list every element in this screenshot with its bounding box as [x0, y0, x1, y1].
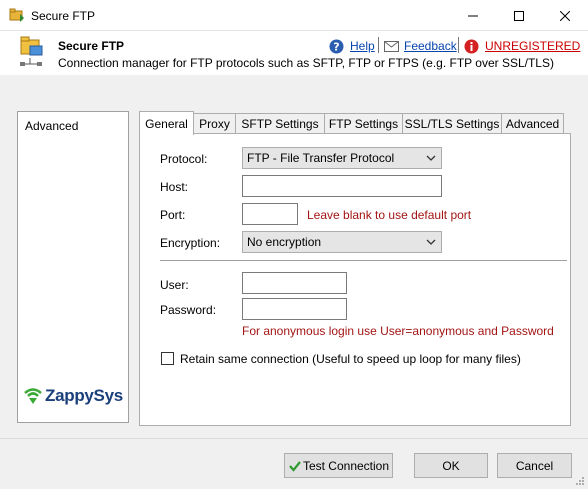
info-icon: [464, 39, 479, 53]
window-title: Secure FTP: [31, 9, 96, 23]
protocol-label: Protocol:: [160, 152, 208, 166]
password-input[interactable]: [242, 298, 347, 320]
tab-ftp-settings[interactable]: FTP Settings: [324, 113, 403, 134]
link-separator: [458, 37, 459, 53]
feedback-link[interactable]: Feedback: [404, 39, 457, 53]
ftp-folder-icon: [9, 7, 25, 23]
help-icon: ?: [329, 39, 344, 53]
secure-ftp-icon: [18, 36, 46, 68]
tab-general[interactable]: General: [139, 111, 194, 135]
minimize-button[interactable]: [450, 0, 496, 31]
user-label: User:: [160, 278, 189, 292]
cancel-button[interactable]: Cancel: [497, 453, 572, 478]
tab-advanced[interactable]: Advanced: [501, 113, 564, 134]
unregistered-link[interactable]: UNREGISTERED: [485, 39, 580, 53]
logo-text: ZappySys: [45, 386, 123, 405]
maximize-button[interactable]: [496, 0, 542, 31]
feedback-link-group[interactable]: Feedback: [384, 38, 457, 54]
encryption-select[interactable]: No encryption: [242, 231, 442, 253]
sidebar-item-advanced[interactable]: Advanced: [25, 119, 78, 133]
help-link[interactable]: Help: [350, 39, 375, 53]
port-hint: Leave blank to use default port: [307, 208, 472, 222]
close-button[interactable]: [542, 0, 588, 31]
anonymous-login-hint: For anonymous login use User=anonymous a…: [242, 324, 554, 338]
help-link-group[interactable]: ? Help: [329, 38, 375, 54]
general-tab-panel: Protocol: FTP - File Transfer Protocol H…: [139, 133, 571, 426]
dialog-header: Secure FTP Connection manager for FTP pr…: [0, 31, 588, 75]
wifi-logo-icon: [24, 388, 42, 404]
retain-connection-label[interactable]: Retain same connection (Useful to speed …: [180, 352, 521, 366]
retain-connection-checkbox[interactable]: [161, 352, 174, 365]
protocol-select-value: FTP - File Transfer Protocol: [247, 151, 395, 165]
host-input[interactable]: [242, 175, 442, 197]
tab-sftp-settings[interactable]: SFTP Settings: [235, 113, 325, 134]
password-label: Password:: [160, 303, 217, 317]
close-icon: [560, 10, 570, 21]
encryption-label: Encryption:: [160, 236, 221, 250]
header-title: Secure FTP: [58, 39, 125, 53]
port-input[interactable]: [242, 203, 298, 225]
ok-button[interactable]: OK: [414, 453, 488, 478]
envelope-icon: [384, 40, 399, 52]
protocol-select[interactable]: FTP - File Transfer Protocol: [242, 147, 442, 169]
zappysys-logo: ZappySys: [23, 386, 123, 406]
header-description: Connection manager for FTP protocols suc…: [58, 56, 554, 70]
maximize-icon: [514, 10, 524, 21]
tab-proxy[interactable]: Proxy: [193, 113, 236, 134]
chevron-down-icon: [426, 155, 436, 161]
checkmark-icon: [289, 460, 301, 472]
test-connection-label: Test Connection: [302, 458, 390, 473]
port-label: Port:: [160, 208, 186, 222]
user-input[interactable]: [242, 272, 347, 294]
tab-ssl-tls-settings[interactable]: SSL/TLS Settings: [402, 113, 502, 134]
unregistered-link-group[interactable]: UNREGISTERED: [464, 38, 580, 54]
minimize-icon: [468, 15, 478, 16]
resize-grip-icon[interactable]: [575, 476, 585, 486]
link-separator: [378, 37, 379, 53]
test-connection-button[interactable]: Test Connection: [284, 453, 393, 478]
host-label: Host:: [160, 180, 189, 194]
footer-separator: [0, 438, 588, 439]
title-bar: Secure FTP: [0, 0, 588, 31]
chevron-down-icon: [426, 239, 436, 245]
svg-text:?: ?: [333, 40, 339, 53]
encryption-select-value: No encryption: [247, 235, 322, 249]
section-divider: [160, 260, 567, 261]
sidebar-panel: Advanced ZappySys: [17, 111, 129, 423]
